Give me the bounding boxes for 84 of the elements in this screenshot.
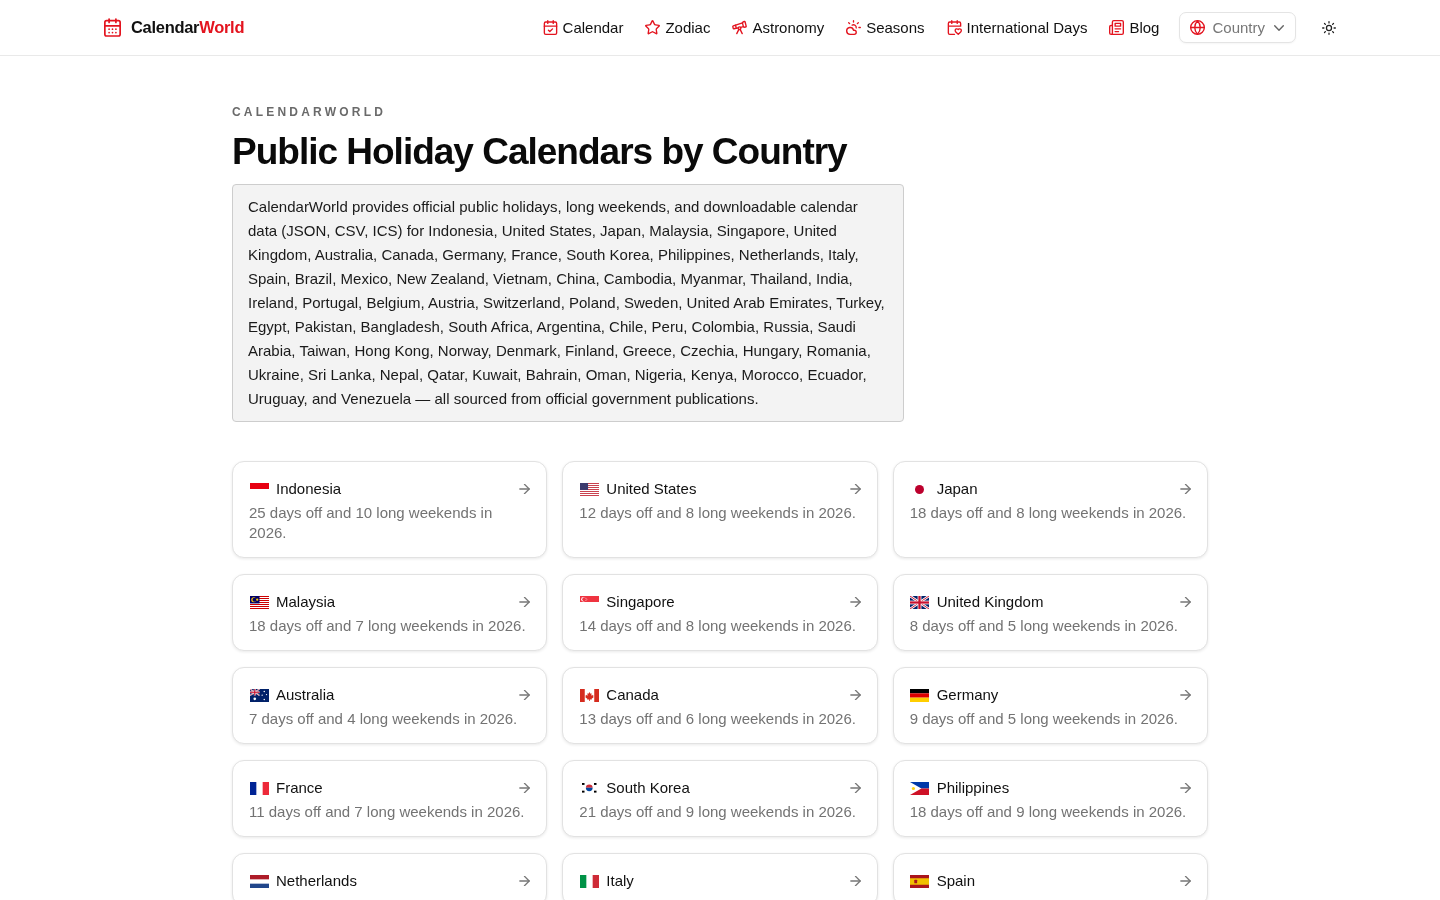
calendar-icon (104, 18, 121, 37)
country-name: Germany (936, 685, 1000, 705)
flag-icon (910, 874, 930, 888)
country-name: Philippines (936, 778, 1011, 798)
flag-icon (910, 688, 930, 702)
country-summary: 18 days off and 9 long weekends in 2026. (909, 802, 1188, 822)
nav-link[interactable]: Blog (1109, 19, 1160, 36)
arrow-right-icon (1180, 876, 1191, 886)
intro-text-box: CalendarWorld provides official public holidays, long weekends, and downloadable calendar data (JSON, CSV, ICS) for Indonesia, United States, Japan, Malaysia, Singapore, United Kingdom, Australia, Canada, Germany, France, South Korea, Philippines, Netherlands, Italy, Spain, Brazil, Mexico, New Zealand, Vietnam, China, Cambodia, Myanmar, Thailand, India, Ireland, Portugal, Belgium, Austria, Switzerland, Poland, Sweden, United Arab Emirates, Turkey, Egypt, Pakistan, Bangladesh, South Africa, Argentina, Chile, Peru, Colombia, Russia, Saudi Arabia, Taiwan, Hong Kong, Norway, Denmark, Finland, Greece, Czechia, Hungary, Romania, Ukraine, Sri Lanka, Nepal, Qatar, Kuwait, Bahrain, Oman, Nigeria, Kenya, Morocco, Ecuador, Uruguay, and Venezuela — all sourced from official government publications. (232, 184, 904, 422)
country-name: Canada (606, 685, 660, 705)
country-name: Italy (606, 871, 635, 891)
country-card[interactable]: Australia 7 days off and 4 long weekends in 2026. (232, 667, 548, 744)
country-card[interactable]: Philippines 18 days off and 9 long weekends in 2026. (892, 760, 1208, 837)
flag-icon (579, 595, 599, 602)
country-card[interactable]: Indonesia 25 days off and 10 long weekends in 2026. (232, 461, 548, 558)
flag-icon (579, 874, 599, 888)
flag-icon (249, 781, 269, 795)
nav-link[interactable]: Seasons (846, 19, 925, 36)
chevron-down-icon (1274, 24, 1284, 31)
flag-icon (249, 874, 269, 888)
logo-link[interactable]: CalendarWorld (104, 18, 245, 37)
country-summary: 18 days off and 7 long weekends in 2026. (249, 616, 527, 636)
flag-icon (582, 783, 597, 793)
cloud-sun-icon (846, 20, 862, 35)
globe-icon (1190, 20, 1206, 35)
country-name: United Kingdom (936, 592, 1045, 612)
flag-icon (915, 484, 925, 494)
country-summary: 14 days off and 8 long weekends in 2026. (579, 616, 857, 636)
country-card[interactable]: Netherlands (232, 853, 548, 900)
star-icon (645, 20, 661, 35)
country-summary: 25 days off and 10 long weekends in 2026. (249, 503, 494, 543)
country-summary: 9 days off and 5 long weekends in 2026. (909, 709, 1179, 729)
country-card[interactable]: Germany 9 days off and 5 long weekends in 2026. (892, 667, 1208, 744)
page-title: Public Holiday Calendars by Country (232, 130, 849, 174)
country-card[interactable]: Singapore 14 days off and 8 long weekends in 2026. (562, 574, 878, 651)
arrow-right-icon (1180, 783, 1191, 793)
country-name: Netherlands (276, 871, 358, 891)
country-card[interactable]: France 11 days off and 7 long weekends in 2026. (232, 760, 548, 837)
country-summary: 11 days off and 7 long weekends in 2026. (249, 802, 526, 822)
flag-icon (249, 688, 269, 702)
calendar-heart-icon (946, 20, 962, 35)
eyebrow-label: CALENDARWORLD (232, 105, 388, 119)
country-card[interactable]: Spain (892, 853, 1208, 900)
country-name: South Korea (606, 778, 691, 798)
country-name: United States (606, 479, 698, 499)
nav-link[interactable]: Calendar (542, 19, 624, 36)
flag-icon (249, 482, 269, 489)
country-card[interactable]: Japan 18 days off and 8 long weekends in 2026. (892, 461, 1208, 558)
country-name: Malaysia (276, 592, 337, 612)
flag-icon (910, 781, 930, 795)
flag-icon (579, 482, 599, 496)
country-card[interactable]: United States 12 days off and 8 long weekends in 2026. (562, 461, 878, 558)
calendar-check-icon (542, 20, 558, 35)
country-card[interactable]: Italy (562, 853, 878, 900)
country-name: Singapore (606, 592, 676, 612)
country-summary: 13 days off and 6 long weekends in 2026. (579, 709, 857, 729)
nav-link[interactable]: Zodiac (645, 19, 711, 36)
country-card[interactable]: Canada 13 days off and 6 long weekends in 2026. (562, 667, 878, 744)
nav-link[interactable]: Astronomy (732, 19, 825, 36)
country-summary: 21 days off and 9 long weekends in 2026. (579, 802, 857, 822)
flag-icon (249, 595, 269, 609)
country-select[interactable]: Country (1179, 12, 1296, 43)
flag-icon (910, 595, 930, 609)
arrow-right-icon (1180, 690, 1191, 700)
telescope-icon (732, 20, 748, 35)
newspaper-icon (1109, 20, 1125, 35)
nav-link[interactable]: International Days (946, 19, 1088, 36)
theme-toggle-button[interactable] (1322, 20, 1336, 35)
country-name: Australia (276, 685, 336, 705)
sun-icon (1322, 20, 1336, 35)
country-name: France (276, 778, 324, 798)
country-summary: 18 days off and 8 long weekends in 2026. (909, 503, 1188, 523)
country-card[interactable]: United Kingdom 8 days off and 5 long weekends in 2026. (892, 574, 1208, 651)
arrow-right-icon (1180, 597, 1191, 607)
country-card[interactable]: South Korea 21 days off and 9 long weekends in 2026. (562, 760, 878, 837)
country-name: Spain (936, 871, 977, 891)
flag-icon (579, 688, 599, 702)
country-summary: 8 days off and 5 long weekends in 2026. (909, 616, 1179, 636)
country-name: Indonesia (276, 479, 343, 499)
country-summary: 12 days off and 8 long weekends in 2026. (579, 503, 857, 523)
country-card[interactable]: Malaysia 18 days off and 7 long weekends in 2026. (232, 574, 548, 651)
arrow-right-icon (1180, 484, 1191, 494)
country-name: Japan (936, 479, 979, 499)
country-summary: 7 days off and 4 long weekends in 2026. (249, 709, 519, 729)
